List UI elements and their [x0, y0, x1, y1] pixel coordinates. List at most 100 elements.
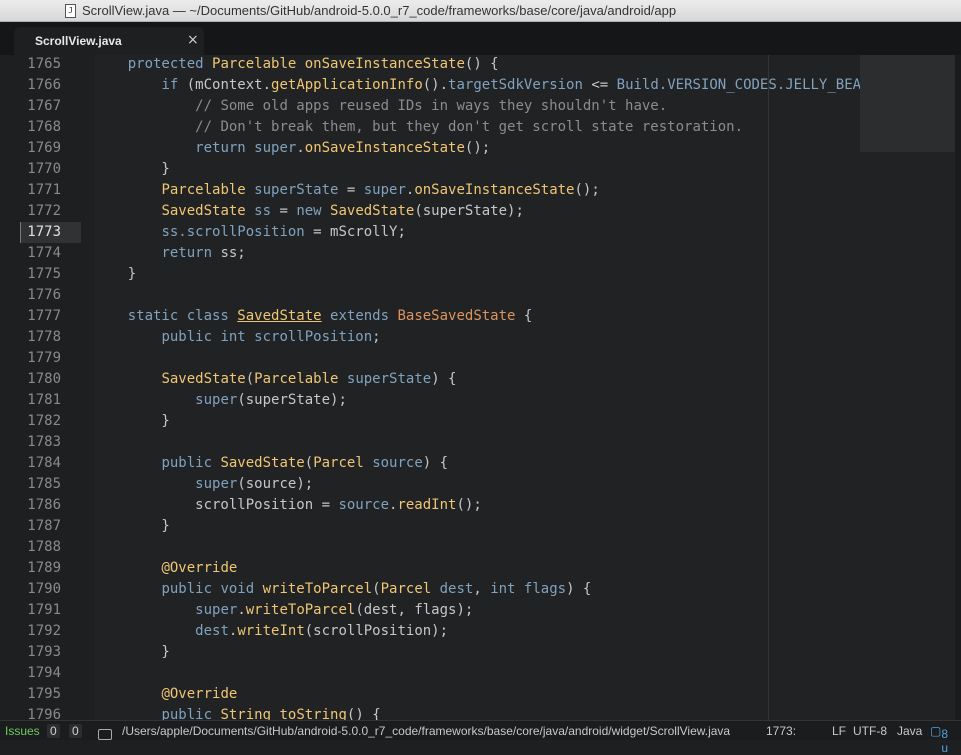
code-line[interactable]: 1794 — [0, 663, 961, 684]
window-titlebar: J ScrollView.java — ~/Documents/GitHub/a… — [0, 0, 961, 22]
line-number: 1789 — [27, 560, 61, 576]
code-line[interactable]: 1775 } — [0, 264, 961, 285]
line-number: 1792 — [27, 623, 61, 639]
code-line[interactable]: 1777 static class SavedState extends Bas… — [0, 306, 961, 327]
line-source: ss.scrollPosition = mScrollY; — [161, 224, 406, 240]
code-line[interactable]: 1771 Parcelable superState = super.onSav… — [0, 180, 961, 201]
status-bar: Issues 0 0 /Users/apple/Documents/GitHub… — [0, 720, 961, 755]
line-source: SavedState ss = new SavedState(superStat… — [161, 203, 524, 219]
line-source: super.writeToParcel(dest, flags); — [195, 602, 474, 618]
line-number: 1776 — [27, 287, 61, 303]
code-line[interactable]: 1778 public int scrollPosition; — [0, 327, 961, 348]
code-line[interactable]: 1782 } — [0, 411, 961, 432]
warning-count[interactable]: 0 — [69, 724, 82, 738]
minimap-viewport[interactable] — [860, 55, 955, 152]
code-line[interactable]: 1766 if (mContext.getApplicationInfo().t… — [0, 75, 961, 96]
code-line[interactable]: 1772 SavedState ss = new SavedState(supe… — [0, 201, 961, 222]
window-title: ScrollView.java — ~/Documents/GitHub/and… — [82, 3, 677, 18]
line-number: 1794 — [27, 665, 61, 681]
line-number: 1796 — [27, 707, 61, 720]
line-number: 1786 — [27, 497, 61, 513]
code-line[interactable]: 1787 } — [0, 516, 961, 537]
code-line[interactable]: 1789 @Override — [0, 558, 961, 579]
line-source: SavedState(Parcelable superState) { — [161, 371, 457, 387]
line-source: protected Parcelable onSaveInstanceState… — [127, 56, 499, 72]
line-source: return ss; — [161, 245, 246, 261]
code-line[interactable]: 1791 super.writeToParcel(dest, flags); — [0, 600, 961, 621]
line-number: 1767 — [27, 98, 61, 114]
line-number: 1777 — [27, 308, 61, 324]
line-number: 1795 — [27, 686, 61, 702]
line-number: 1774 — [27, 245, 61, 261]
line-source: public int scrollPosition; — [161, 329, 381, 345]
line-source: } — [94, 518, 170, 534]
line-number: 1768 — [27, 119, 61, 135]
line-number: 1781 — [27, 392, 61, 408]
line-source: public SavedState(Parcel source) { — [161, 455, 449, 471]
code-line[interactable]: 1780 SavedState(Parcelable superState) { — [0, 369, 961, 390]
line-source: } — [94, 266, 137, 282]
close-icon[interactable]: × — [187, 32, 199, 48]
line-number: 1765 — [27, 56, 61, 72]
code-line[interactable]: 1773 ss.scrollPosition = mScrollY; — [0, 222, 961, 243]
code-line[interactable]: 1769 return super.onSaveInstanceState(); — [0, 138, 961, 159]
line-number: 1790 — [27, 581, 61, 597]
line-source: dest.writeInt(scrollPosition); — [195, 623, 449, 639]
vertical-scrollbar[interactable] — [955, 55, 961, 720]
line-number: 1780 — [27, 371, 61, 387]
code-line[interactable]: 1788 — [0, 537, 961, 558]
tab-bar: ScrollView.java × — [0, 22, 961, 55]
cursor-position[interactable]: 1773: — [766, 724, 796, 738]
code-line[interactable]: 1796 public String toString() { — [0, 705, 961, 720]
code-editor[interactable]: 1765 protected Parcelable onSaveInstance… — [0, 55, 961, 720]
line-number: 1783 — [27, 434, 61, 450]
line-source: } — [94, 161, 170, 177]
grammar-selector[interactable]: Java — [897, 724, 922, 738]
line-source: return super.onSaveInstanceState(); — [195, 140, 491, 156]
java-file-icon: J — [65, 3, 76, 18]
encoding-selector[interactable]: UTF-8 — [853, 724, 887, 738]
code-line[interactable]: 1779 — [0, 348, 961, 369]
line-number: 1766 — [27, 77, 61, 93]
line-source: @Override — [161, 686, 238, 702]
line-source: } — [94, 413, 170, 429]
line-number: 1769 — [27, 140, 61, 156]
line-source: public void writeToParcel(Parcel dest, i… — [161, 581, 592, 597]
code-line[interactable]: 1765 protected Parcelable onSaveInstance… — [0, 55, 961, 75]
line-number: 1785 — [27, 476, 61, 492]
line-number: 1772 — [27, 203, 61, 219]
line-number: 1775 — [27, 266, 61, 282]
code-line[interactable]: 1767 // Some old apps reused IDs in ways… — [0, 96, 961, 117]
line-source: Parcelable superState = super.onSaveInst… — [161, 182, 600, 198]
line-source: } — [94, 644, 170, 660]
line-source: if (mContext.getApplicationInfo().target… — [161, 77, 862, 93]
code-line[interactable]: 1792 dest.writeInt(scrollPosition); — [0, 621, 961, 642]
line-source: // Don't break them, but they don't get … — [195, 119, 744, 135]
file-path[interactable]: /Users/apple/Documents/GitHub/android-5.… — [122, 724, 730, 738]
line-source: super(superState); — [195, 392, 347, 408]
code-line[interactable]: 1770 } — [0, 159, 961, 180]
line-number: 1791 — [27, 602, 61, 618]
code-line[interactable]: 1768 // Don't break them, but they don't… — [0, 117, 961, 138]
code-line[interactable]: 1790 public void writeToParcel(Parcel de… — [0, 579, 961, 600]
line-source: // Some old apps reused IDs in ways they… — [195, 98, 668, 114]
line-source: static class SavedState extends BaseSave… — [127, 308, 533, 324]
line-number: 1773 — [27, 224, 61, 240]
line-ending-selector[interactable]: LF — [832, 724, 846, 738]
code-line[interactable]: 1781 super(superState); — [0, 390, 961, 411]
tab-scrollview-java[interactable]: ScrollView.java × — [14, 27, 204, 55]
code-line[interactable]: 1776 — [0, 285, 961, 306]
error-count[interactable]: 0 — [47, 724, 60, 738]
code-line[interactable]: 1786 scrollPosition = source.readInt(); — [0, 495, 961, 516]
line-source: scrollPosition = source.readInt(); — [94, 497, 482, 513]
code-line[interactable]: 1785 super(source); — [0, 474, 961, 495]
code-line[interactable]: 1784 public SavedState(Parcel source) { — [0, 453, 961, 474]
line-number: 1784 — [27, 455, 61, 471]
code-line[interactable]: 1793 } — [0, 642, 961, 663]
code-line[interactable]: 1783 — [0, 432, 961, 453]
issues-button[interactable]: Issues — [5, 724, 40, 738]
tab-label: ScrollView.java — [35, 34, 122, 48]
code-line[interactable]: 1774 return ss; — [0, 243, 961, 264]
updates-indicator[interactable]: ▢ 8 u — [930, 724, 948, 755]
code-line[interactable]: 1795 @Override — [0, 684, 961, 705]
